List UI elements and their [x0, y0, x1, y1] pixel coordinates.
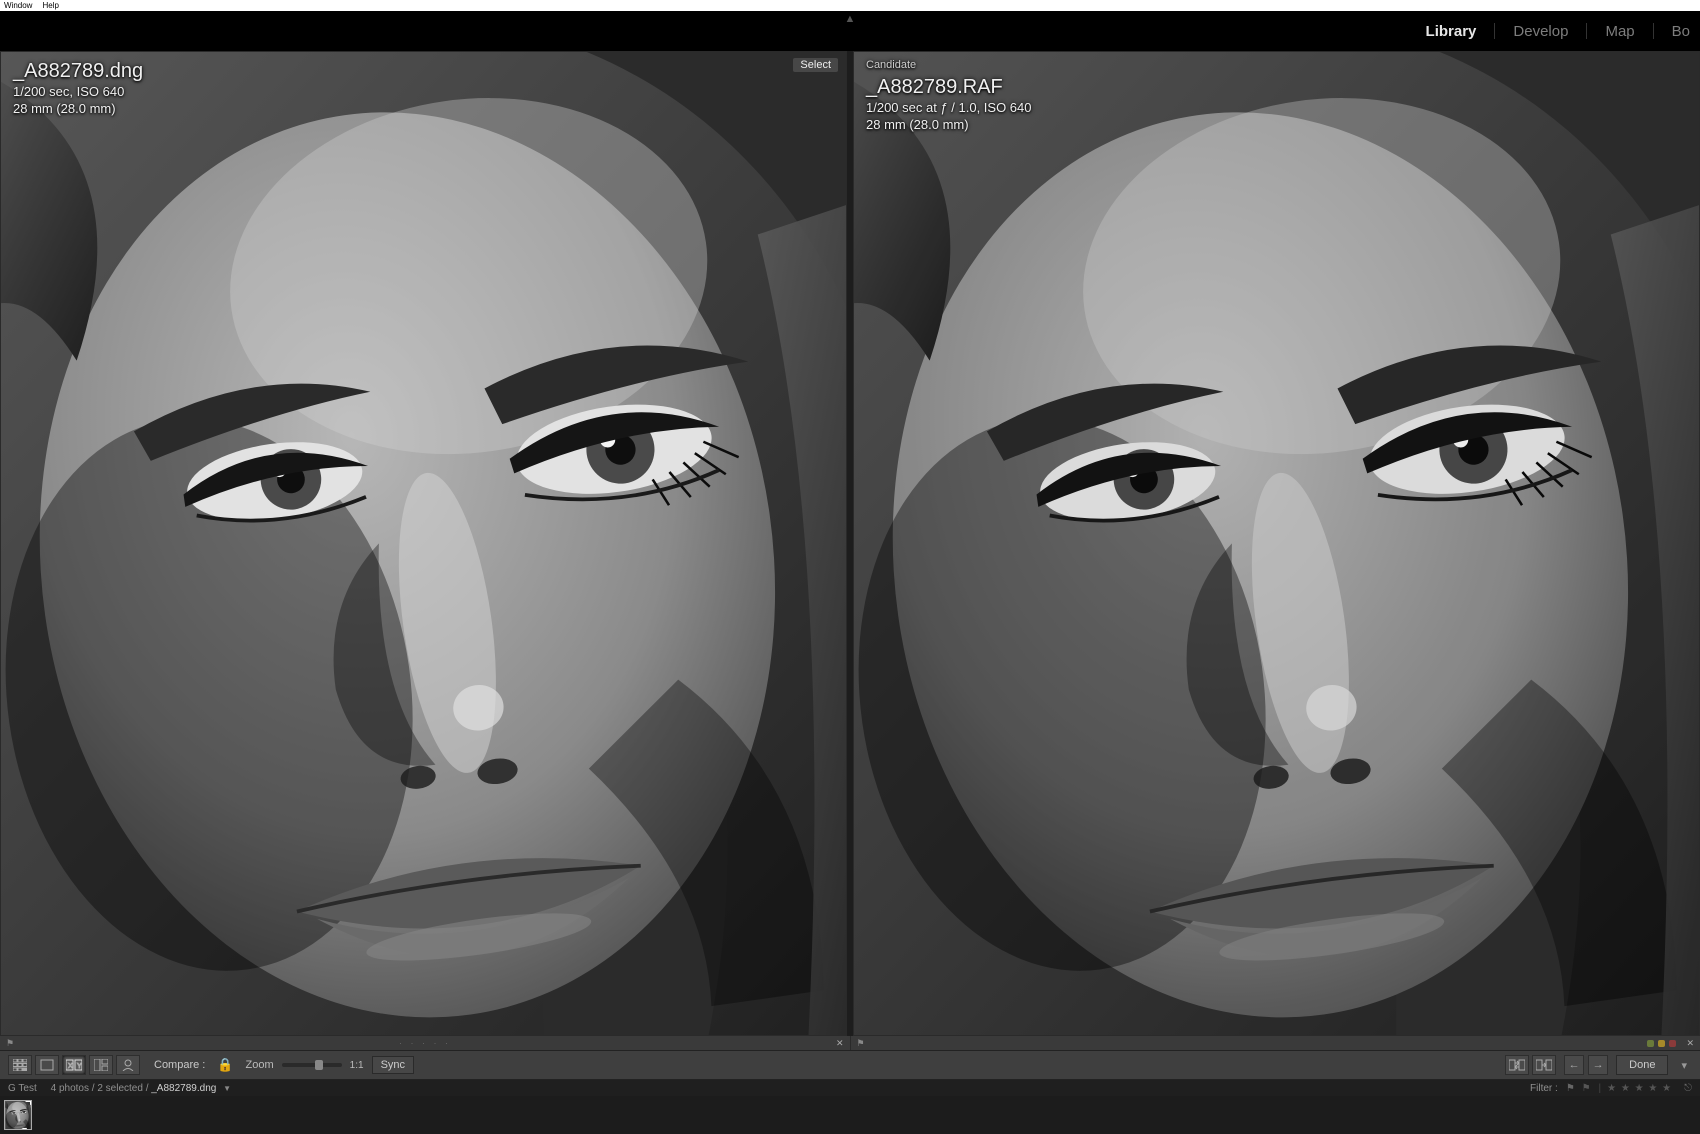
compare-view-button[interactable]: XY [62, 1055, 86, 1075]
breadcrumb-stats: 4 photos / 2 selected / [51, 1083, 149, 1094]
zoom-slider-thumb[interactable] [315, 1060, 323, 1070]
chevron-down-icon[interactable]: ▼ [223, 1084, 231, 1093]
zoom-label: Zoom [246, 1059, 274, 1071]
separator [1494, 23, 1495, 39]
breadcrumb-current: _A882789.dng [151, 1083, 216, 1094]
compare-label: Compare : [154, 1059, 205, 1071]
make-select-button[interactable] [1532, 1055, 1556, 1075]
candidate-info-overlay: Candidate _A882789.RAF 1/200 sec at ƒ / … [866, 58, 1032, 134]
light-yellow [1658, 1040, 1665, 1047]
module-develop[interactable]: Develop [1509, 23, 1572, 40]
menu-help[interactable]: Help [42, 1, 58, 10]
filmstrip[interactable] [0, 1096, 1700, 1134]
separator [1653, 23, 1654, 39]
light-red [1669, 1040, 1676, 1047]
menu-window[interactable]: Window [4, 1, 32, 10]
breadcrumb-bar: G Test 4 photos / 2 selected / _A882789.… [0, 1080, 1700, 1096]
candidate-filename: _A882789.RAF [866, 74, 1032, 100]
flag-pick-icon[interactable]: ⚑ [1566, 1083, 1575, 1094]
module-book[interactable]: Bo [1668, 23, 1694, 40]
next-photo-button[interactable]: → [1588, 1055, 1608, 1075]
lock-icon[interactable]: 🔒 [217, 1057, 233, 1073]
svg-text:X: X [68, 1063, 73, 1070]
grid-view-button[interactable] [8, 1055, 32, 1075]
candidate-exposure: 1/200 sec at ƒ / 1.0, ISO 640 [866, 100, 1032, 117]
candidate-focal: 28 mm (28.0 mm) [866, 117, 1032, 134]
flag-reject-icon[interactable]: ⚑ [1582, 1083, 1591, 1094]
sync-button[interactable]: Sync [372, 1056, 414, 1074]
select-badge: Select [793, 58, 838, 72]
candidate-tag: Candidate [866, 58, 1032, 72]
loupe-view-button[interactable] [35, 1055, 59, 1075]
breadcrumb-path[interactable]: G Test 4 photos / 2 selected / _A882789.… [8, 1083, 231, 1094]
close-icon[interactable]: ✕ [1686, 1038, 1694, 1049]
done-button[interactable]: Done [1616, 1055, 1668, 1075]
zoom-slider[interactable] [282, 1063, 342, 1067]
module-library[interactable]: Library [1422, 23, 1481, 40]
select-filename: _A882789.dng [13, 58, 143, 84]
svg-text:Y: Y [77, 1063, 82, 1070]
filmstrip-thumb[interactable] [4, 1100, 32, 1130]
select-focal: 28 mm (28.0 mm) [13, 101, 143, 118]
toolbar: XY Compare : 🔒 Zoom 1:1 Sync ← → Done ▾ [0, 1050, 1700, 1080]
separator [1586, 23, 1587, 39]
swap-button[interactable] [1505, 1055, 1529, 1075]
filter-lock-icon[interactable]: ⎋ [1684, 1083, 1692, 1094]
candidate-footer: ⚑ ✕ [851, 1036, 1700, 1050]
view-mode-group: XY [8, 1055, 140, 1075]
breadcrumb-folder: G Test [8, 1083, 37, 1094]
prev-photo-button[interactable]: ← [1564, 1055, 1584, 1075]
zoom-ratio-label[interactable]: 1:1 [350, 1060, 364, 1071]
filter-divider: | [1599, 1083, 1602, 1094]
filter-flags[interactable]: ⚑ ⚑ [1564, 1083, 1593, 1094]
module-picker-bar: ▲ Library Develop Map Bo [0, 11, 1700, 51]
panel-collapse-icon[interactable]: ▲ [845, 13, 856, 25]
light-green [1647, 1040, 1654, 1047]
select-exposure: 1/200 sec, ISO 640 [13, 84, 143, 101]
flag-icon[interactable]: ⚑ [6, 1038, 14, 1049]
footer-dots: · · · · · [399, 1038, 451, 1048]
compare-view: Select _A882789.dng 1/200 sec, ISO 640 2… [0, 51, 1700, 1036]
filter-label: Filter : [1530, 1083, 1558, 1094]
swap-group [1505, 1055, 1556, 1075]
os-menu-bar: Window Help [0, 0, 1700, 11]
survey-view-button[interactable] [89, 1055, 113, 1075]
select-info-overlay: _A882789.dng 1/200 sec, ISO 640 28 mm (2… [13, 58, 143, 118]
select-footer: ⚑ · · · · · ✕ [0, 1036, 851, 1050]
panel-footer-bar: ⚑ · · · · · ✕ ⚑ ✕ [0, 1036, 1700, 1050]
candidate-panel[interactable]: Candidate _A882789.RAF 1/200 sec at ƒ / … [853, 51, 1700, 1036]
select-image[interactable] [1, 52, 846, 1035]
toolbar-menu-icon[interactable]: ▾ [1676, 1059, 1692, 1072]
candidate-image[interactable] [854, 52, 1699, 1035]
close-icon[interactable]: ✕ [836, 1038, 844, 1049]
people-view-button[interactable] [116, 1055, 140, 1075]
status-lights: ✕ [1647, 1038, 1694, 1049]
select-panel[interactable]: Select _A882789.dng 1/200 sec, ISO 640 2… [0, 51, 847, 1036]
module-map[interactable]: Map [1601, 23, 1638, 40]
nav-arrows: ← → [1564, 1055, 1608, 1075]
filter-stars[interactable]: ★ ★ ★ ★ ★ [1607, 1083, 1672, 1094]
flag-icon[interactable]: ⚑ [857, 1038, 865, 1049]
